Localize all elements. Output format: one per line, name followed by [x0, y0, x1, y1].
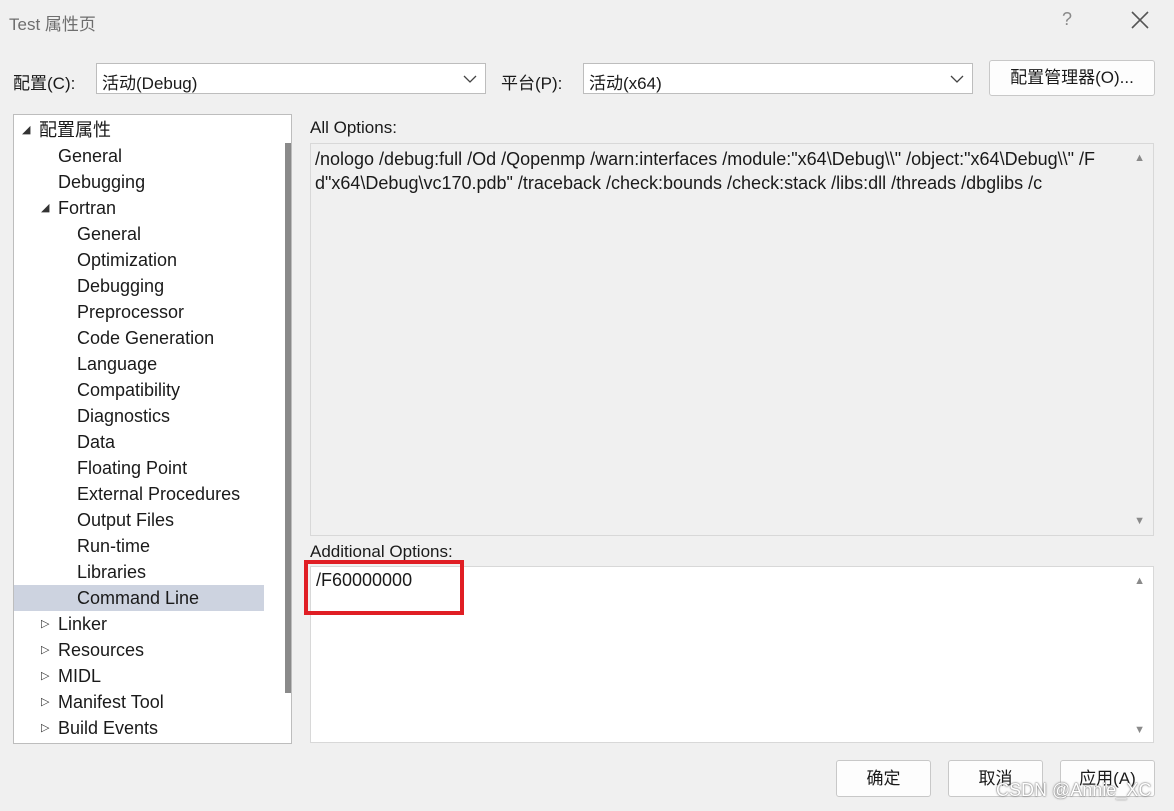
- scroll-up-icon[interactable]: ▲: [1134, 575, 1145, 587]
- tree-item[interactable]: Floating Point: [14, 455, 264, 481]
- tree-item-label: Optimization: [77, 250, 178, 270]
- tree-item-label: Preprocessor: [77, 302, 185, 322]
- highlight-box: [304, 560, 464, 615]
- tree-scrollbar-thumb[interactable]: [285, 143, 291, 693]
- tree-item-label: Code Generation: [77, 328, 215, 348]
- close-button[interactable]: [1126, 6, 1154, 34]
- platform-value: 活动(x64): [589, 74, 662, 93]
- collapsed-arrow-icon[interactable]: ▷: [41, 689, 49, 715]
- tree-item[interactable]: ▷ Build Events: [14, 715, 264, 741]
- tree-item[interactable]: Optimization: [14, 247, 264, 273]
- tree-item[interactable]: ▷ Linker: [14, 611, 264, 637]
- tree-item-label: MIDL: [58, 666, 102, 686]
- tree-item-label: Command Line: [77, 588, 200, 608]
- config-label: 配置(C):: [13, 74, 76, 93]
- tree-item-label: Data: [77, 432, 116, 452]
- tree-item-label: Libraries: [77, 562, 147, 582]
- tree-item[interactable]: ◢ Fortran: [14, 195, 264, 221]
- config-dropdown[interactable]: 活动(Debug): [96, 63, 486, 94]
- expanded-arrow-icon[interactable]: ◢: [41, 195, 49, 221]
- window-title: Test 属性页: [9, 15, 96, 34]
- tree-item[interactable]: Data: [14, 429, 264, 455]
- scroll-down-icon[interactable]: ▼: [1134, 724, 1145, 736]
- tree-item[interactable]: Debugging: [14, 273, 264, 299]
- tree-item-label: Debugging: [77, 276, 165, 296]
- close-icon: [1131, 11, 1149, 29]
- collapsed-arrow-icon[interactable]: ▷: [41, 663, 49, 689]
- additional-options-label: Additional Options:: [310, 542, 453, 561]
- tree-item[interactable]: External Procedures: [14, 481, 264, 507]
- tree-item[interactable]: Run-time: [14, 533, 264, 559]
- tree-item[interactable]: Output Files: [14, 507, 264, 533]
- tree-item-label: Debugging: [58, 172, 146, 192]
- tree-item-label: Fortran: [58, 198, 117, 218]
- config-manager-button[interactable]: 配置管理器(O)...: [989, 60, 1155, 96]
- tree-item-label: Manifest Tool: [58, 692, 164, 712]
- tree-item[interactable]: ▷ MIDL: [14, 663, 264, 689]
- watermark: CSDN @Annie_XC: [996, 780, 1152, 800]
- tree-item[interactable]: Command Line: [14, 585, 264, 611]
- tree-item[interactable]: Code Generation: [14, 325, 264, 351]
- all-options-label: All Options:: [310, 118, 397, 137]
- tree-item[interactable]: Diagnostics: [14, 403, 264, 429]
- scroll-down-icon[interactable]: ▼: [1134, 515, 1145, 527]
- collapsed-arrow-icon[interactable]: ▷: [41, 637, 49, 663]
- tree-item-label: Language: [77, 354, 158, 374]
- tree-item[interactable]: General: [14, 221, 264, 247]
- scroll-up-icon[interactable]: ▲: [1134, 152, 1145, 164]
- tree-item[interactable]: Compatibility: [14, 377, 264, 403]
- tree-item[interactable]: ▷ Manifest Tool: [14, 689, 264, 715]
- all-options-text: /nologo /debug:full /Od /Qopenmp /warn:i…: [315, 149, 1096, 193]
- ok-button[interactable]: 确定: [836, 760, 931, 797]
- platform-dropdown[interactable]: 活动(x64): [583, 63, 973, 94]
- property-tree[interactable]: ◢ 配置属性 General Debugging ◢ Fortran General Opti…: [13, 114, 292, 744]
- tree-item[interactable]: ◢ 配置属性: [14, 117, 264, 143]
- tree-item-label: Run-time: [77, 536, 151, 556]
- tree-item[interactable]: Preprocessor: [14, 299, 264, 325]
- tree-item-label: Output Files: [77, 510, 175, 530]
- tree-item-label: Linker: [58, 614, 108, 634]
- tree-item-label: Floating Point: [77, 458, 188, 478]
- tree-item[interactable]: General: [14, 143, 264, 169]
- tree-item-label: Compatibility: [77, 380, 181, 400]
- collapsed-arrow-icon[interactable]: ▷: [41, 715, 49, 741]
- tree-item[interactable]: ▷ Resources: [14, 637, 264, 663]
- collapsed-arrow-icon[interactable]: ▷: [41, 611, 49, 637]
- tree-item-label: Diagnostics: [77, 406, 171, 426]
- tree-item-label: 配置属性: [39, 120, 111, 140]
- config-value: 活动(Debug): [102, 74, 198, 93]
- platform-label: 平台(P):: [501, 74, 563, 93]
- tree-item-label: Build Events: [58, 718, 159, 738]
- tree-item-label: General: [77, 224, 142, 244]
- tree-item-label: External Procedures: [77, 484, 241, 504]
- tree-item-label: Resources: [58, 640, 145, 660]
- help-button[interactable]: ?: [1062, 9, 1072, 30]
- all-options-box: /nologo /debug:full /Od /Qopenmp /warn:i…: [310, 143, 1154, 536]
- expanded-arrow-icon[interactable]: ◢: [22, 117, 30, 143]
- tree-item-label: General: [58, 146, 123, 166]
- title-bar: Test 属性页 ?: [0, 0, 1174, 44]
- chevron-down-icon: [950, 75, 964, 83]
- tree-item[interactable]: Debugging: [14, 169, 264, 195]
- chevron-down-icon: [463, 75, 477, 83]
- tree-item[interactable]: Libraries: [14, 559, 264, 585]
- tree-item[interactable]: Language: [14, 351, 264, 377]
